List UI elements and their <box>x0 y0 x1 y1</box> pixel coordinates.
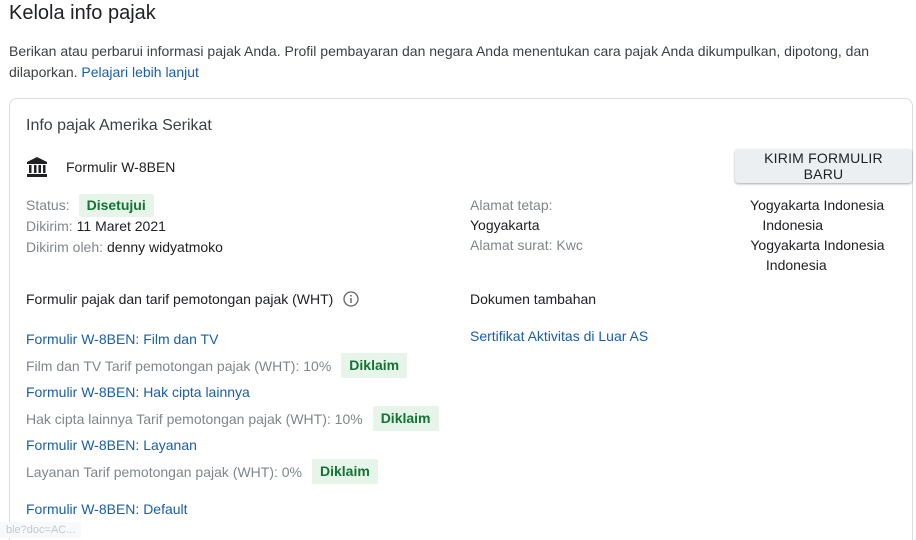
wht-rate-text: Layanan Tarif pemotongan pajak (WHT): 0% <box>26 463 302 480</box>
wht-rate-row: Layanan Tarif pemotongan pajak (WHT): 0%… <box>26 455 439 488</box>
mailing-address-start: Kwc <box>556 237 583 253</box>
learn-more-link[interactable]: Pelajari lebih lanjut <box>81 64 199 80</box>
mailing-address-line1: Alamat surat: Kwc Yogyakarta Indonesia <box>470 235 885 255</box>
mailing-address-line2: Indonesia <box>470 255 885 275</box>
page: Kelola info pajak Berikan atau perbarui … <box>0 0 916 540</box>
send-new-form-button[interactable]: KIRIM FORMULIR BARU <box>735 149 912 183</box>
wht-form-link-other-copyright[interactable]: Formulir W-8BEN: Hak cipta lainnya <box>26 382 439 402</box>
submission-details: Status: Disetujui Dikirim: 11 Maret 2021… <box>26 194 223 258</box>
sent-by-value: denny widyatmoko <box>107 239 223 255</box>
mailing-address-label: Alamat surat: <box>470 237 553 253</box>
permanent-address-line2-end: Indonesia <box>762 217 824 233</box>
sent-value: 11 Maret 2021 <box>76 218 166 234</box>
mailing-address-line2-end: Indonesia <box>765 257 827 273</box>
permanent-address-visible: Yogyakarta Indonesia <box>750 197 885 213</box>
wht-rate-text: Film dan TV Tarif pemotongan pajak (WHT)… <box>26 357 332 374</box>
wht-section-title: Formulir pajak dan tarif pemotongan paja… <box>26 291 334 307</box>
card-title: Info pajak Amerika Serikat <box>26 117 212 134</box>
permanent-address-line2-start: Yogyakarta <box>470 217 540 233</box>
address-block: Alamat tetap: Yogyakarta Indonesia Yogya… <box>470 195 885 275</box>
status-badge: Disetujui <box>78 194 154 217</box>
wht-rate-row: Hak cipta lainnya Tarif pemotongan pajak… <box>26 402 439 435</box>
wht-list: Formulir W-8BEN: Film dan TV Film dan TV… <box>26 329 439 488</box>
page-title: Kelola info pajak <box>9 2 156 24</box>
info-icon[interactable] <box>343 291 359 307</box>
sent-label: Dikirim: <box>26 218 73 234</box>
status-row: Status: Disetujui <box>26 194 223 217</box>
wht-form-link-default[interactable]: Formulir W-8BEN: Default <box>26 501 188 517</box>
bank-icon <box>26 156 48 178</box>
form-name: Formulir W-8BEN <box>66 159 176 175</box>
sent-by-label: Dikirim oleh: <box>26 239 104 255</box>
tax-info-card: Info pajak Amerika Serikat Formulir W-8B… <box>9 98 913 540</box>
sent-row: Dikirim: 11 Maret 2021 <box>26 216 223 237</box>
claimed-badge: Diklaim <box>341 353 408 378</box>
claimed-badge: Diklaim <box>372 406 439 431</box>
additional-docs-heading: Dokumen tambahan <box>470 291 597 307</box>
permanent-address-label: Alamat tetap: <box>470 197 553 213</box>
mailing-address-visible: Yogyakarta Indonesia <box>750 237 885 253</box>
status-bar-url: ble?doc=AC... <box>0 522 82 538</box>
wht-rate-row: Film dan TV Tarif pemotongan pajak (WHT)… <box>26 349 439 382</box>
intro-text: Berikan atau perbarui informasi pajak An… <box>9 41 889 83</box>
permanent-address-line1: Alamat tetap: Yogyakarta Indonesia <box>470 195 885 215</box>
wht-form-link-film-tv[interactable]: Formulir W-8BEN: Film dan TV <box>26 329 439 349</box>
wht-form-link-services[interactable]: Formulir W-8BEN: Layanan <box>26 435 439 455</box>
claimed-badge: Diklaim <box>312 459 378 484</box>
status-label: Status: <box>26 197 70 213</box>
wht-section-heading: Formulir pajak dan tarif pemotongan paja… <box>26 291 359 307</box>
foreign-activity-certificate-link[interactable]: Sertifikat Aktivitas di Luar AS <box>470 328 648 344</box>
wht-rate-text: Hak cipta lainnya Tarif pemotongan pajak… <box>26 410 363 427</box>
permanent-address-line2: Yogyakarta Indonesia <box>470 215 885 235</box>
form-header: Formulir W-8BEN <box>26 155 175 179</box>
sent-by-row: Dikirim oleh: denny widyatmoko <box>26 237 223 258</box>
